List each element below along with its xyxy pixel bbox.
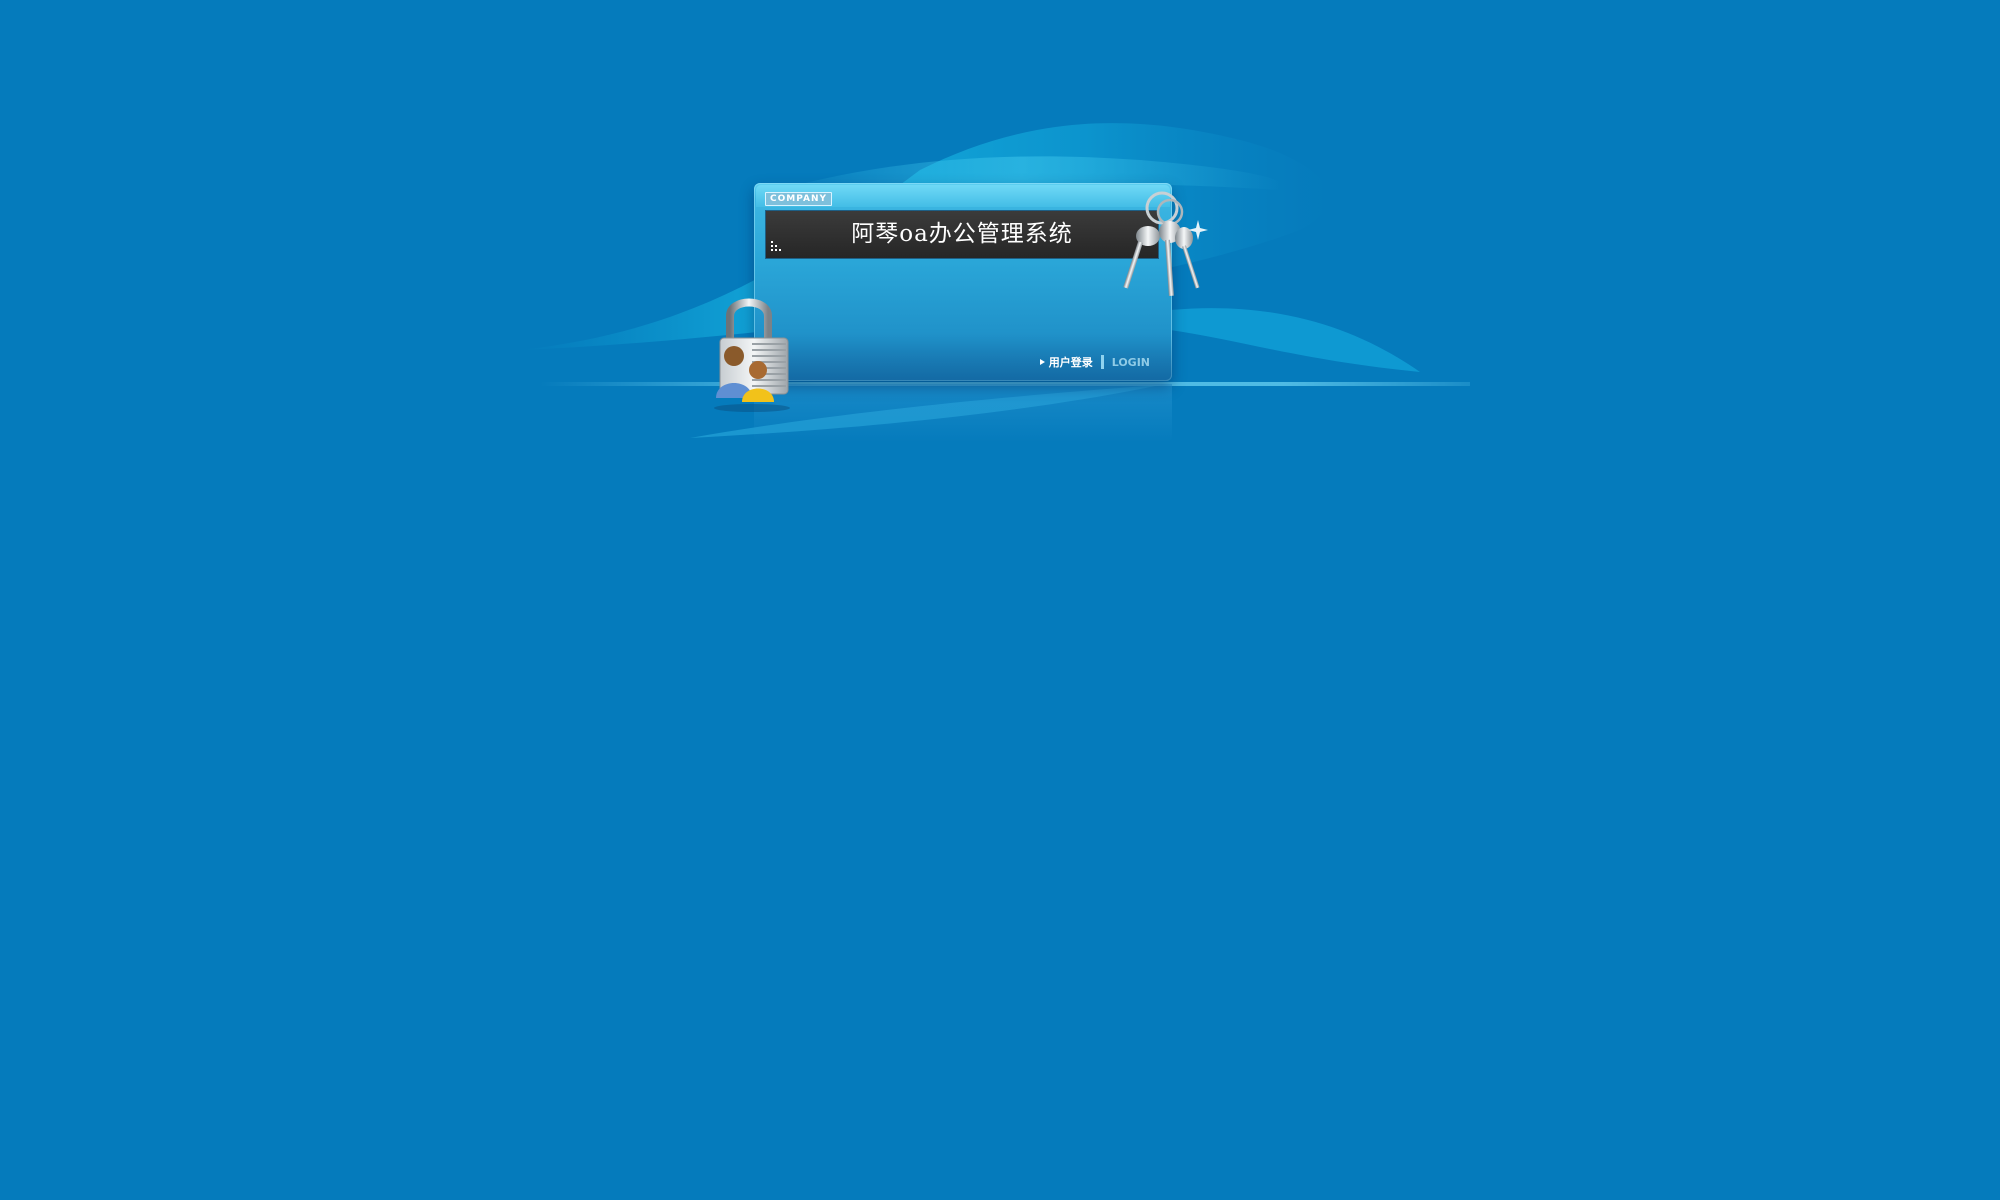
triangle-right-icon bbox=[1039, 359, 1045, 365]
company-badge: COMPANY bbox=[765, 192, 832, 206]
system-title: 阿琴oa办公管理系统 bbox=[851, 221, 1073, 247]
title-bar: 阿琴oa办公管理系统 bbox=[765, 210, 1159, 259]
panel-reflection bbox=[754, 384, 1172, 442]
dots-icon bbox=[771, 241, 781, 251]
padlock-with-users-icon bbox=[714, 298, 790, 412]
login-panel: COMPANY 阿琴oa办公管理系统 用户登录 LOGIN bbox=[754, 183, 1172, 381]
login-nav: 用户登录 LOGIN bbox=[1039, 354, 1150, 370]
nav-divider bbox=[1100, 355, 1104, 369]
user-login-link[interactable]: 用户登录 bbox=[1049, 354, 1093, 370]
page-background: COMPANY 阿琴oa办公管理系统 用户登录 LOGIN bbox=[0, 0, 2000, 1200]
login-link[interactable]: LOGIN bbox=[1112, 356, 1150, 369]
key-ring-icon bbox=[1123, 191, 1208, 297]
